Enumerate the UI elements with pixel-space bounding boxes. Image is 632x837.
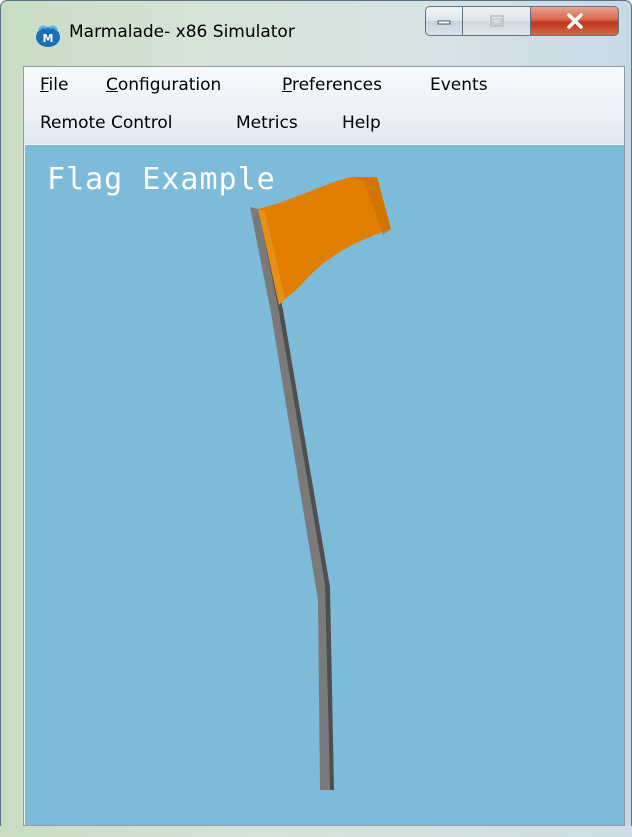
minimize-button[interactable] [425,6,463,36]
svg-text:M: M [43,32,54,45]
window-bottom-border [0,826,632,837]
close-icon [566,13,583,29]
flag-pole [250,207,334,790]
flag-cloth [258,177,391,305]
window-title: Marmalade- x86 Simulator [69,22,295,42]
minimize-icon [437,20,451,25]
demo-title: Flag Example [47,162,276,197]
simulator-viewport[interactable]: Flag Example [25,145,624,825]
menu-remote-control[interactable]: Remote Control [40,113,172,133]
title-bar[interactable]: M Marmalade- x86 Simulator [0,0,630,66]
menu-events[interactable]: Events [430,75,488,95]
menu-configuration[interactable]: Configuration [106,75,221,95]
marmalade-logo-icon: M [36,25,60,47]
menu-help[interactable]: Help [342,113,381,133]
menu-bar: File Configuration Preferences Events Re… [24,67,624,144]
maximize-icon [489,15,504,27]
menu-file-rest: ile [48,75,69,95]
maximize-button[interactable] [463,6,531,36]
menu-preferences[interactable]: Preferences [282,75,382,95]
menu-file[interactable]: File [40,75,68,95]
close-button[interactable] [531,6,619,36]
flag-scene [250,177,391,790]
menu-metrics[interactable]: Metrics [236,113,298,133]
